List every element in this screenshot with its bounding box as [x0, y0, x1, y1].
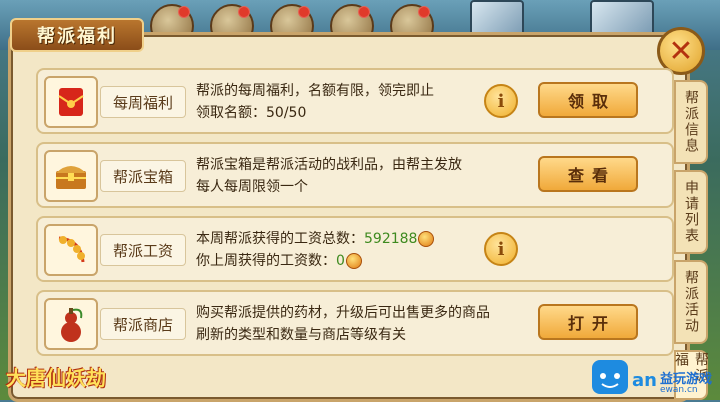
notification-dot [238, 6, 250, 18]
salary-total-value: 592188 [364, 231, 418, 247]
quota-value: 50/50 [266, 105, 307, 121]
tab-guild-info[interactable]: 帮派信息 [674, 80, 708, 164]
row-label: 帮派工资 [100, 234, 186, 266]
row-description: 帮派的每周福利，名额有限，领完即止 [196, 83, 434, 99]
row-description: 帮派宝箱是帮派活动的战利品，由帮主发放 [196, 157, 462, 173]
welfare-row-chest: 帮派宝箱 帮派宝箱是帮派活动的战利品，由帮主发放 每人每周限领一个 查看 [36, 142, 674, 208]
welfare-row-salary: 帮派工资 本周帮派获得的工资总数：592188 你上周获得的工资数：0 i [36, 216, 674, 282]
game-logo: 大唐仙妖劫 [6, 366, 106, 390]
guild-salary-total: 本周帮派获得的工资总数：592188 [196, 228, 435, 248]
tab-applications[interactable]: 申请列表 [674, 170, 708, 254]
salary-total-label: 本周帮派获得的工资总数： [196, 231, 364, 247]
row-limit: 每人每周限领一个 [196, 179, 308, 195]
open-button[interactable]: 打开 [538, 304, 638, 340]
watermark-url: ewan.cn [660, 385, 698, 395]
coin-icon [418, 231, 435, 247]
row-note: 刷新的类型和数量与商店等级有关 [196, 327, 406, 343]
claim-button[interactable]: 领取 [538, 82, 638, 118]
row-description: 购买帮派提供的药材，升级后可出售更多的商品 [196, 305, 490, 321]
red-envelope-icon [44, 76, 98, 128]
row-quota: 领取名额：50/50 [196, 102, 306, 122]
notification-dot [298, 6, 310, 18]
info-icon[interactable]: i [484, 232, 518, 266]
treasure-chest-icon [44, 150, 98, 202]
notification-dot [358, 6, 370, 18]
welfare-row-weekly: 每周福利 帮派的每周福利，名额有限，领完即止 领取名额：50/50 i 领取 [36, 68, 674, 134]
quota-label: 领取名额： [196, 105, 266, 121]
row-label: 帮派宝箱 [100, 160, 186, 192]
notification-dot [418, 6, 430, 18]
my-salary-label: 你上周获得的工资数： [196, 253, 336, 269]
view-button[interactable]: 查看 [538, 156, 638, 192]
row-label: 每周福利 [100, 86, 186, 118]
coin-icon [345, 253, 362, 269]
tab-guild-activities[interactable]: 帮派活动 [674, 260, 708, 344]
welfare-row-shop: 帮派商店 购买帮派提供的药材，升级后可出售更多的商品 刷新的类型和数量与商店等级… [36, 290, 674, 356]
notification-dot [178, 6, 190, 18]
info-icon[interactable]: i [484, 84, 518, 118]
my-salary-value: 0 [336, 253, 345, 269]
coin-string-icon [44, 224, 98, 276]
close-icon: ✕ [668, 33, 694, 69]
panel-title: 帮派福利 [10, 18, 144, 52]
row-label: 帮派商店 [100, 308, 186, 340]
my-salary: 你上周获得的工资数：0 [196, 250, 362, 270]
gourd-icon [44, 298, 98, 350]
svg-text:an: an [632, 370, 657, 391]
